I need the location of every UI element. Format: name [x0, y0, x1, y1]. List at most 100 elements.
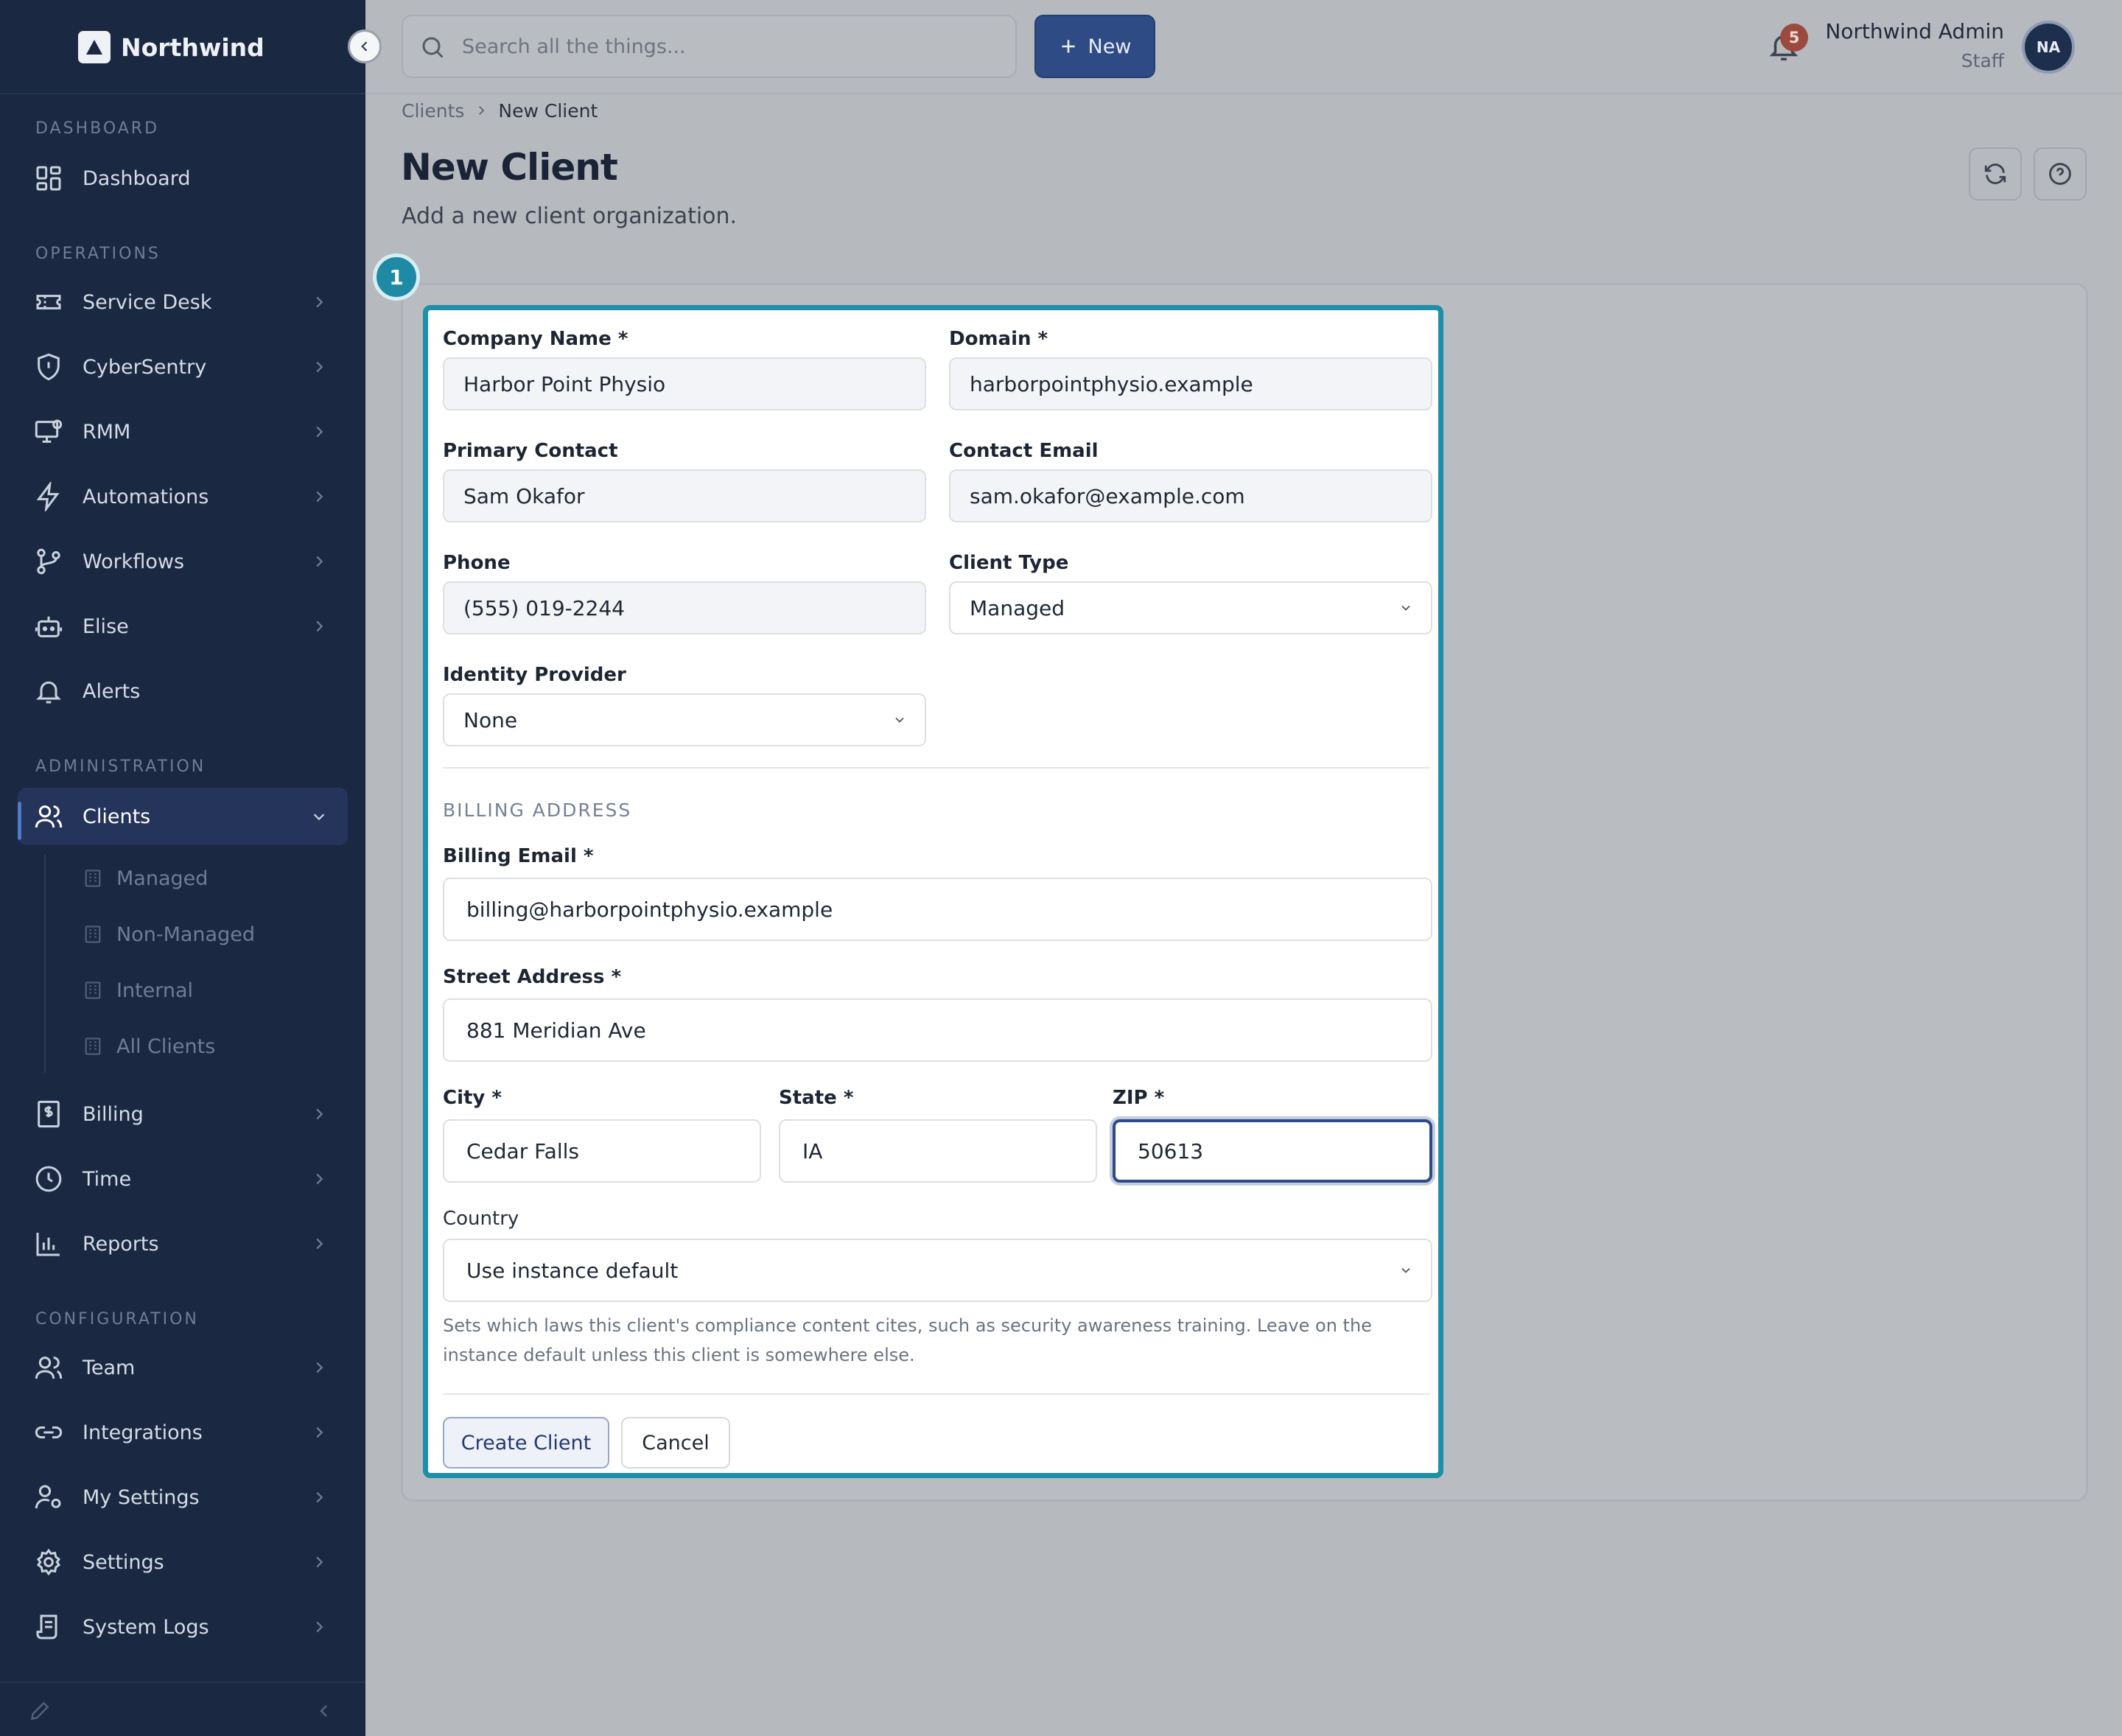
sidebar-item-system-logs[interactable]: System Logs [18, 1598, 348, 1656]
chevron-right-icon [316, 361, 323, 373]
monitor-icon [35, 419, 63, 443]
chevron-right-icon [316, 1362, 323, 1373]
user-name: Northwind Admin [1825, 19, 2004, 43]
new-button-label: New [1088, 35, 1132, 58]
sidebar-item-dashboard[interactable]: Dashboard [18, 150, 348, 207]
scroll-icon [36, 1614, 57, 1639]
collapse-sidebar-button[interactable] [348, 29, 382, 63]
domain-label: Domain * [949, 328, 1048, 350]
chevron-right-icon [316, 1621, 323, 1633]
new-client-form: Company Name * Harbor Point Physio Domai… [423, 305, 1443, 1478]
bell-icon [36, 681, 61, 704]
chevron-right-icon [316, 1491, 323, 1503]
search-input[interactable]: Search all the things... [402, 15, 1017, 78]
breadcrumb-clients[interactable]: Clients [402, 100, 464, 122]
sidebar-item-service-desk[interactable]: Service Desk [18, 273, 348, 331]
section-dashboard: DASHBOARD [35, 119, 160, 138]
billing-email-field[interactable]: billing@harborpointphysio.example [443, 878, 1432, 941]
divider [443, 767, 1430, 769]
avatar[interactable]: NA [2022, 21, 2075, 74]
chevron-right-icon [316, 1108, 323, 1120]
contact-email-field[interactable]: sam.okafor@example.com [949, 469, 1432, 522]
sidebar-item-label: Automations [83, 485, 209, 508]
sidebar-item-settings[interactable]: Settings [18, 1533, 348, 1591]
client-type-value: Managed [970, 595, 1065, 620]
sidebar-subitem-all-clients[interactable]: All Clients [83, 1024, 215, 1068]
submenu-line [44, 855, 46, 1073]
new-button[interactable]: New [1034, 15, 1155, 78]
chevron-left-icon[interactable] [315, 1702, 333, 1720]
ticket-icon [36, 295, 61, 309]
sidebar-item-workflows[interactable]: Workflows [18, 533, 348, 590]
phone-field[interactable]: (555) 019-2244 [443, 581, 926, 634]
city-label: City * [443, 1087, 503, 1109]
city-field[interactable]: Cedar Falls [443, 1119, 761, 1183]
primary-contact-field[interactable]: Sam Okafor [443, 469, 926, 522]
sidebar-item-label: Billing [83, 1102, 144, 1126]
sidebar-item-time[interactable]: Time [18, 1150, 348, 1208]
phone-label: Phone [443, 552, 511, 574]
step-marker: 1 [373, 253, 420, 301]
breadcrumb: Clients New Client [402, 97, 598, 124]
sidebar-item-reports[interactable]: Reports [18, 1215, 348, 1273]
billing-address-heading: BILLING ADDRESS [443, 799, 632, 821]
state-label: State * [779, 1087, 854, 1109]
sidebar-item-billing[interactable]: Billing [18, 1085, 348, 1143]
sidebar-item-elise[interactable]: Elise [18, 598, 348, 655]
street-address-field[interactable]: 881 Meridian Ave [443, 998, 1432, 1062]
sidebar-item-label: CyberSentry [83, 355, 207, 379]
identity-provider-value: None [463, 707, 518, 732]
sidebar-item-team[interactable]: Team [18, 1339, 348, 1396]
zip-label: ZIP * [1113, 1087, 1165, 1109]
sidebar-item-label: Service Desk [83, 290, 212, 314]
gear-icon [36, 1548, 61, 1576]
help-button[interactable] [2034, 147, 2087, 200]
create-client-button[interactable]: Create Client [443, 1417, 609, 1469]
primary-contact-label: Primary Contact [443, 440, 618, 462]
refresh-button[interactable] [1969, 147, 2022, 200]
company-name-label: Company Name * [443, 328, 628, 350]
subitem-label: Managed [116, 867, 209, 890]
chevron-down-icon [1401, 605, 1410, 611]
chevron-right-icon [316, 296, 323, 308]
sidebar-item-cybersentry[interactable]: CyberSentry [18, 338, 348, 396]
identity-provider-select[interactable]: None [443, 693, 926, 746]
link-icon [35, 1426, 63, 1439]
building-icon [85, 869, 101, 887]
sidebar-item-clients[interactable]: Clients [18, 788, 348, 845]
company-name-field[interactable]: Harbor Point Physio [443, 357, 926, 410]
pencil-icon[interactable] [28, 1699, 52, 1723]
zip-field[interactable]: 50613 [1113, 1119, 1432, 1183]
identity-provider-label: Identity Provider [443, 664, 626, 686]
sidebar-item-automations[interactable]: Automations [18, 468, 348, 525]
building-icon [85, 981, 101, 999]
sidebar-subitem-non-managed[interactable]: Non-Managed [83, 912, 255, 956]
chevron-right-icon [316, 491, 323, 503]
client-type-label: Client Type [949, 552, 1069, 574]
client-type-select[interactable]: Managed [949, 581, 1432, 634]
state-field[interactable]: IA [779, 1119, 1097, 1183]
billing-email-label: Billing Email * [443, 845, 594, 867]
sidebar: Northwind DASHBOARD Dashboard OPERATIONS… [0, 0, 365, 1736]
chevron-down-icon [895, 717, 904, 723]
section-configuration: CONFIGURATION [35, 1310, 199, 1329]
contact-email-label: Contact Email [949, 440, 1099, 462]
sidebar-item-integrations[interactable]: Integrations [18, 1404, 348, 1461]
cancel-button[interactable]: Cancel [621, 1417, 730, 1469]
domain-field[interactable]: harborpointphysio.example [949, 357, 1432, 410]
sidebar-item-rmm[interactable]: RMM [18, 403, 348, 461]
building-icon [85, 1037, 101, 1055]
country-help-text: Sets which laws this client's compliance… [443, 1315, 1372, 1365]
sidebar-item-label: Reports [83, 1232, 159, 1256]
sidebar-subitem-internal[interactable]: Internal [83, 968, 193, 1012]
refresh-icon [1984, 164, 2006, 184]
country-select[interactable]: Use instance default [443, 1239, 1432, 1302]
sidebar-item-my-settings[interactable]: My Settings [18, 1469, 348, 1526]
sidebar-item-label: Time [83, 1167, 132, 1191]
users-icon [35, 1357, 63, 1379]
sidebar-subitem-managed[interactable]: Managed [83, 856, 208, 900]
brand[interactable]: Northwind [78, 28, 265, 66]
logo-icon [78, 31, 111, 63]
sidebar-item-alerts[interactable]: Alerts [18, 662, 348, 720]
user-role: Staff [1961, 50, 2004, 71]
